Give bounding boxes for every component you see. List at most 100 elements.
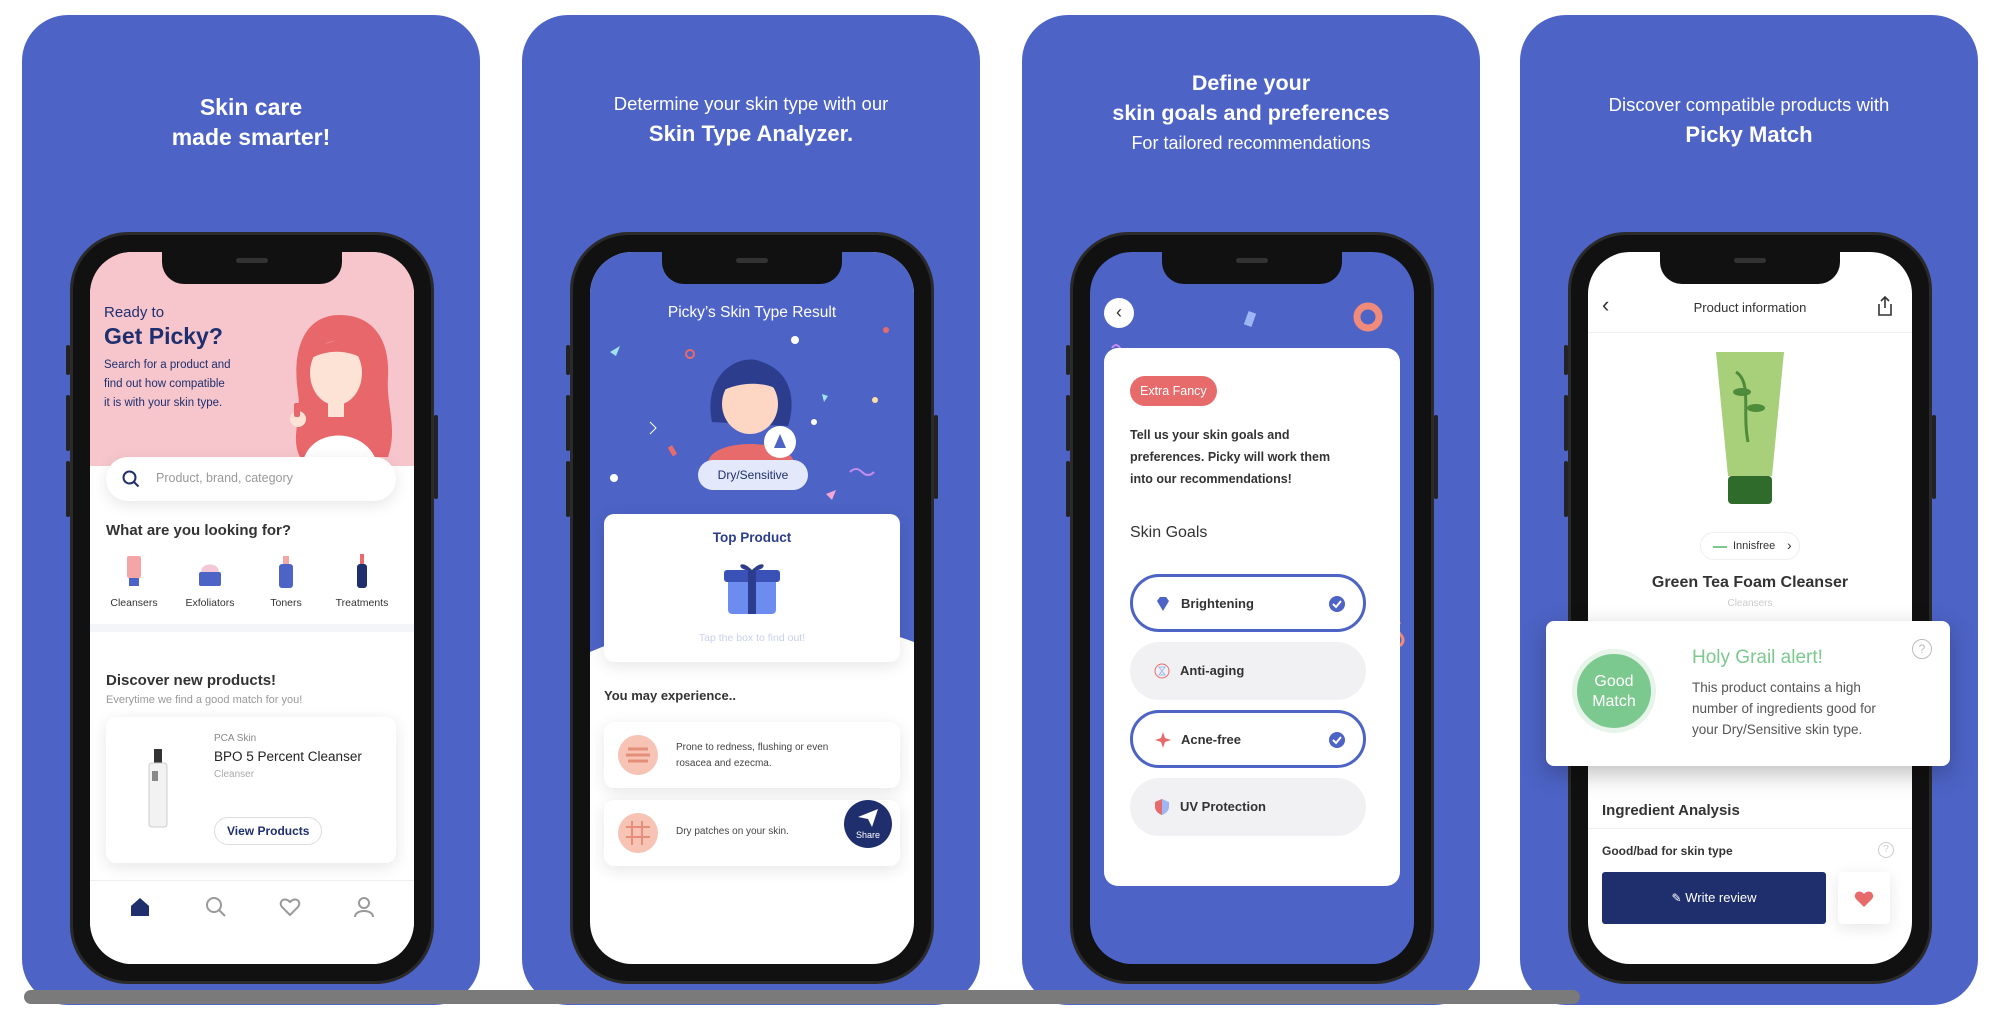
skin-goals-title: Skin Goals bbox=[1130, 524, 1208, 541]
category-toners[interactable]: Toners bbox=[256, 554, 316, 609]
goal-brightening[interactable]: Brightening bbox=[1130, 574, 1366, 632]
hero-big-text: Get Picky? bbox=[104, 323, 223, 349]
goal-anti-aging[interactable]: Anti-aging bbox=[1130, 642, 1366, 700]
alert-line: number of ingredients good for bbox=[1692, 701, 1876, 716]
avatar-illustration bbox=[708, 359, 796, 462]
product-bottle-image bbox=[148, 749, 168, 828]
chevron-right-icon: › bbox=[1787, 537, 1792, 553]
phone-frame: ‹ Extra Fancy Tell us your skin goals an… bbox=[1066, 232, 1438, 984]
goal-label: Anti-aging bbox=[1180, 663, 1245, 678]
panel3-heading: Define your skin goals and preferences bbox=[1022, 68, 1480, 128]
panel2-heading-line2: Skin Type Analyzer. bbox=[648, 121, 854, 146]
panel3-subheading: For tailored recommendations bbox=[1131, 133, 1371, 153]
category-label: Treatments bbox=[335, 597, 389, 609]
tap-box-text: Tap the box to find out! bbox=[698, 632, 806, 644]
panel3-heading-line2: skin goals and preferences bbox=[1112, 101, 1390, 125]
hourglass-icon bbox=[1154, 663, 1170, 679]
phone-screen: ‹ Extra Fancy Tell us your skin goals an… bbox=[1090, 252, 1414, 964]
checkmark-icon bbox=[1329, 596, 1345, 612]
dry-patch-icon bbox=[618, 813, 658, 853]
hero-desc-line: find out how compatible bbox=[104, 378, 225, 390]
panel-picky-match: Discover compatible products with Picky … bbox=[1520, 15, 1978, 1005]
panel-skin-type: Determine your skin type with our Skin T… bbox=[522, 15, 980, 1005]
category-label: Toners bbox=[270, 597, 302, 609]
redness-icon bbox=[618, 735, 658, 775]
desc-line: into our recommendations! bbox=[1130, 472, 1292, 486]
panel1-heading: Skin care made smarter! bbox=[22, 92, 480, 152]
product-card[interactable]: PCA Skin BPO 5 Percent Cleanser Cleanser… bbox=[106, 717, 396, 863]
phone-screen: Ready to Get Picky? Search for a product… bbox=[90, 252, 414, 964]
paper-plane-icon bbox=[858, 809, 878, 827]
search-icon bbox=[122, 470, 140, 488]
help-icon[interactable]: ? bbox=[1878, 842, 1894, 858]
brand-logo bbox=[1713, 546, 1727, 548]
share-button[interactable]: Share bbox=[844, 800, 892, 848]
toner-bottle-icon bbox=[279, 556, 293, 588]
checkmark-icon bbox=[1329, 732, 1345, 748]
product-category: Cleansers bbox=[1727, 598, 1773, 609]
panel2-heading-line1: Determine your skin type with our bbox=[613, 93, 889, 114]
ingredient-divider bbox=[1588, 828, 1912, 829]
panel4-heading-line1: Discover compatible products with bbox=[1608, 94, 1890, 115]
diamond-icon bbox=[1157, 597, 1169, 611]
home-icon[interactable] bbox=[128, 895, 152, 919]
goal-label: Acne-free bbox=[1181, 732, 1241, 747]
phone-screen: ‹ Product information Innisfree › Green … bbox=[1588, 252, 1912, 964]
product-name: Green Tea Foam Cleanser bbox=[1651, 574, 1849, 591]
experience-text: Dry patches on your skin. bbox=[676, 826, 789, 837]
ingredient-title: Ingredient Analysis bbox=[1602, 802, 1740, 819]
top-product-title: Top Product bbox=[712, 530, 792, 545]
gift-box-icon[interactable] bbox=[722, 556, 782, 616]
goal-label: UV Protection bbox=[1180, 799, 1266, 814]
search-input[interactable]: Product, brand, category bbox=[156, 471, 293, 485]
category-cleansers[interactable]: Cleansers bbox=[104, 554, 164, 609]
write-review-button[interactable]: ✎ Write review bbox=[1602, 872, 1826, 924]
phone-frame: Picky’s Skin Type Result Dry/Sensitive T… bbox=[566, 232, 938, 984]
search-tab-icon[interactable] bbox=[204, 895, 228, 919]
alert-line: your Dry/Sensitive skin type. bbox=[1692, 722, 1863, 737]
holy-grail-alert-card: Good Match Holy Grail alert! This produc… bbox=[1546, 621, 1950, 766]
help-icon[interactable]: ? bbox=[1912, 639, 1932, 659]
horizontal-scrollbar[interactable] bbox=[24, 990, 1580, 1004]
hero-desc-line: Search for a product and bbox=[104, 359, 231, 371]
hero-small-text: Ready to bbox=[104, 304, 165, 321]
panel-skin-care: Skin care made smarter! Ready to Get Pic… bbox=[22, 15, 480, 1005]
hero-desc-line: it is with your skin type. bbox=[104, 397, 223, 409]
goal-acne-free[interactable]: Acne-free bbox=[1130, 710, 1366, 768]
goals-description: Tell us your skin goals and preferences.… bbox=[1130, 424, 1330, 490]
pencil-icon: ✎ bbox=[1671, 891, 1682, 905]
shield-icon bbox=[1155, 799, 1169, 815]
panel1-heading-line1: Skin care bbox=[199, 94, 303, 120]
brand-chip[interactable]: Innisfree › bbox=[1700, 532, 1800, 560]
discover-title: Discover new products! bbox=[106, 672, 277, 689]
view-products-button[interactable]: View Products bbox=[214, 817, 323, 845]
goal-uv-protection[interactable]: UV Protection bbox=[1130, 778, 1366, 836]
experience-title: You may experience.. bbox=[604, 688, 736, 703]
category-label: Cleansers bbox=[110, 597, 158, 609]
cleanser-tube-icon bbox=[127, 556, 141, 586]
experience-item-1: Prone to redness, flushing or even rosac… bbox=[604, 722, 900, 788]
panel3-heading-line1: Define your bbox=[1191, 71, 1311, 95]
search-bar[interactable]: Product, brand, category bbox=[106, 457, 396, 501]
badge-line: Match bbox=[1592, 693, 1636, 710]
experience-line: rosacea and ezecma. bbox=[676, 758, 772, 769]
category-exfoliators[interactable]: Exfoliators bbox=[180, 554, 240, 609]
panel-skin-goals: Define your skin goals and preferences F… bbox=[1022, 15, 1480, 1005]
phone-screen: Picky’s Skin Type Result Dry/Sensitive T… bbox=[590, 252, 914, 964]
discover-subtitle: Everytime we find a good match for you! bbox=[106, 694, 303, 706]
sparkle-icon bbox=[1155, 732, 1171, 748]
share-label: Share bbox=[855, 830, 881, 840]
phone-frame: Ready to Get Picky? Search for a product… bbox=[66, 232, 438, 984]
category-treatments[interactable]: Treatments bbox=[332, 554, 392, 609]
desc-line: Tell us your skin goals and bbox=[1130, 428, 1290, 442]
write-review-label: Write review bbox=[1685, 890, 1757, 905]
top-product-card[interactable]: Top Product Tap the box to find out! bbox=[604, 514, 900, 662]
experience-line: Prone to redness, flushing or even bbox=[676, 742, 829, 753]
goals-card: Extra Fancy Tell us your skin goals and … bbox=[1104, 348, 1400, 886]
share-icon[interactable] bbox=[1876, 296, 1894, 316]
brand-chip-label: Innisfree bbox=[1733, 540, 1776, 552]
profile-icon[interactable] bbox=[352, 895, 376, 919]
good-match-badge: Good Match bbox=[1572, 649, 1656, 733]
heart-icon[interactable] bbox=[278, 895, 302, 919]
favorite-button[interactable] bbox=[1838, 872, 1890, 924]
